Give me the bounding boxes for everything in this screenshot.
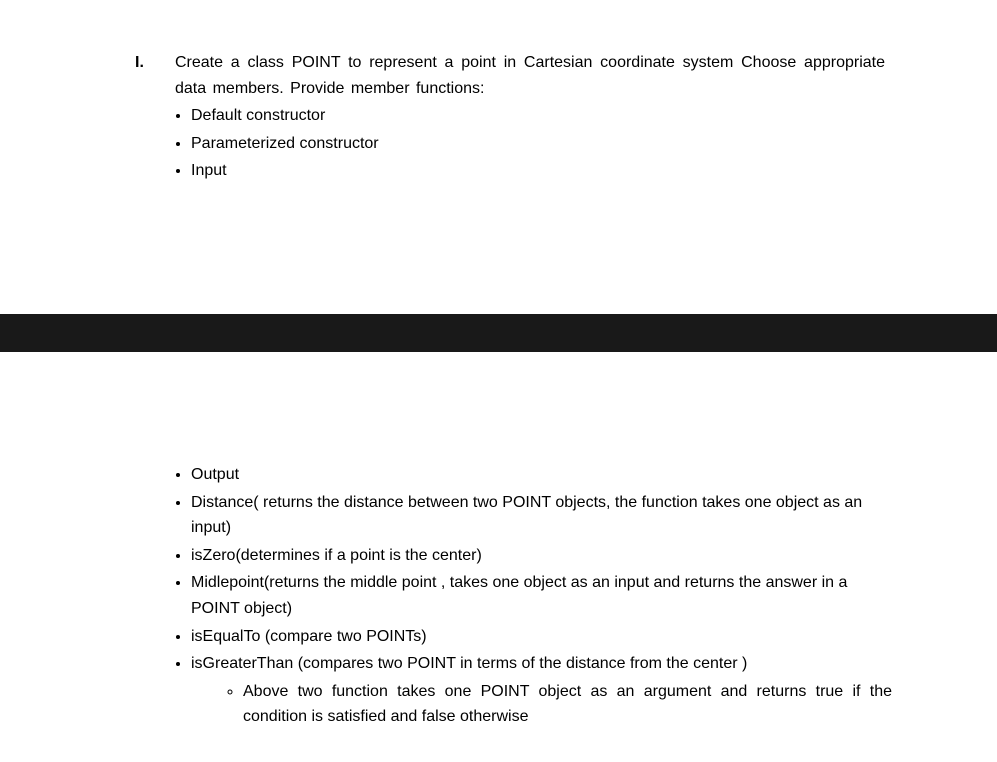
numeral-label: I. bbox=[135, 50, 175, 101]
document-upper-section: I. Create a class POINT to represent a p… bbox=[0, 0, 997, 216]
list-item: isGreaterThan (compares two POINT in ter… bbox=[191, 651, 892, 677]
sub-bullet-list: Above two function takes one POINT objec… bbox=[135, 679, 892, 730]
document-lower-section: Output Distance( returns the distance be… bbox=[0, 462, 997, 762]
page-divider-bar bbox=[0, 314, 997, 352]
list-item: Input bbox=[191, 158, 885, 184]
list-item: Default constructor bbox=[191, 103, 885, 129]
sub-list-item: Above two function takes one POINT objec… bbox=[243, 679, 892, 730]
numbered-intro: I. Create a class POINT to represent a p… bbox=[135, 50, 885, 101]
intro-text: Create a class POINT to represent a poin… bbox=[175, 50, 885, 101]
list-item: Distance( returns the distance between t… bbox=[191, 490, 892, 541]
list-item: Parameterized constructor bbox=[191, 131, 885, 157]
top-bullet-list: Default constructor Parameterized constr… bbox=[135, 103, 885, 184]
bottom-bullet-list: Output Distance( returns the distance be… bbox=[135, 462, 892, 677]
list-item: Midlepoint(returns the middle point , ta… bbox=[191, 570, 892, 621]
list-item: isZero(determines if a point is the cent… bbox=[191, 543, 892, 569]
list-item: Output bbox=[191, 462, 892, 488]
list-item: isEqualTo (compare two POINTs) bbox=[191, 624, 892, 650]
